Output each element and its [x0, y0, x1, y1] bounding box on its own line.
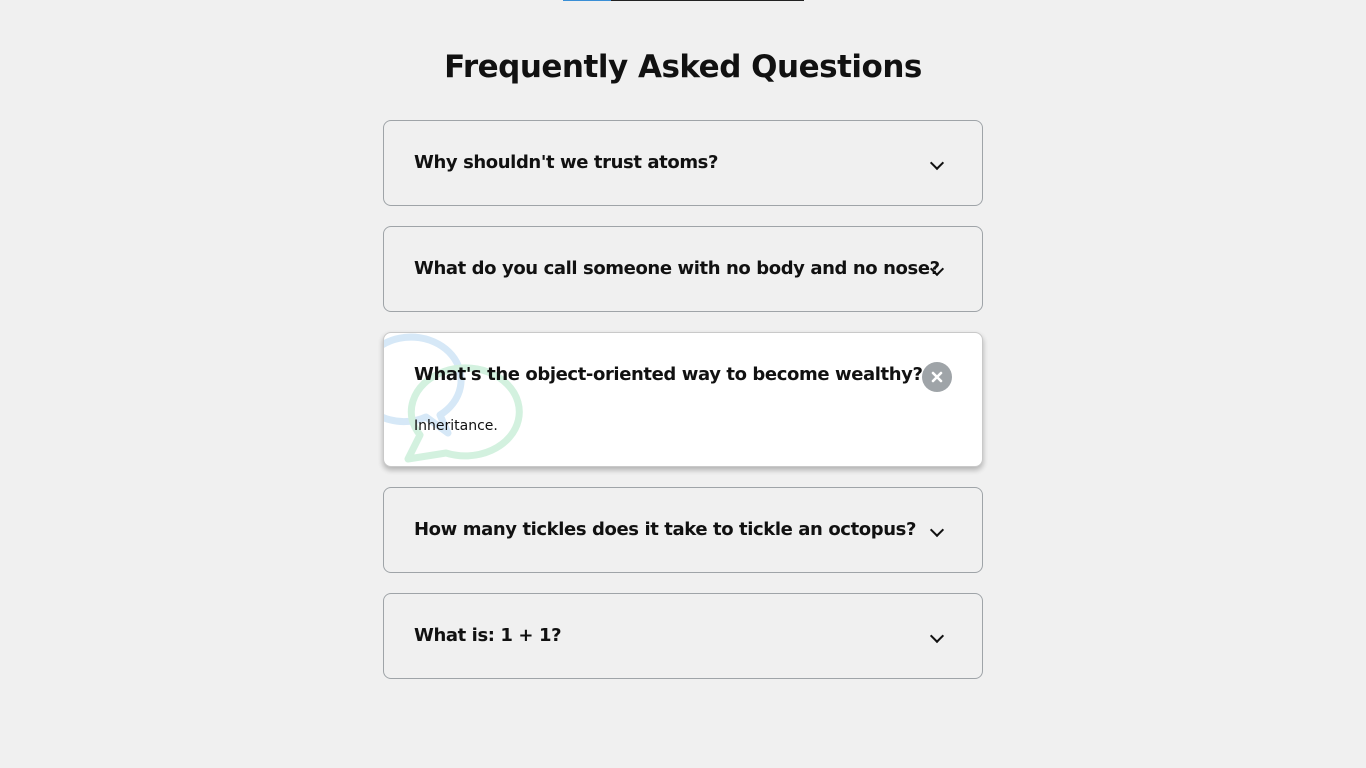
faq-item-wealthy[interactable]: What's the object-oriented way to become… [383, 332, 983, 467]
top-progress-bar-accent [563, 0, 611, 1]
chevron-down-icon [929, 522, 945, 538]
faq-question: How many tickles does it take to tickle … [414, 519, 916, 540]
chat-bubbles-icon [384, 333, 523, 463]
faq-close-button[interactable] [922, 362, 952, 392]
faq-question: What do you call someone with no body an… [414, 258, 940, 279]
faq-question: Why shouldn't we trust atoms? [414, 152, 719, 173]
chevron-down-icon [929, 155, 945, 171]
faq-toggle-button[interactable] [922, 623, 952, 653]
top-progress-bar [563, 0, 804, 1]
faq-toggle-button[interactable] [922, 150, 952, 180]
faq-item-no-body[interactable]: What do you call someone with no body an… [383, 226, 983, 312]
faq-list: Why shouldn't we trust atoms? What do yo… [383, 120, 983, 699]
faq-item-octopus[interactable]: How many tickles does it take to tickle … [383, 487, 983, 573]
chevron-down-icon [929, 628, 945, 644]
close-icon [931, 371, 943, 383]
page-title: Frequently Asked Questions [444, 49, 922, 85]
faq-answer: Inheritance. [414, 418, 498, 434]
faq-question: What is: 1 + 1? [414, 625, 562, 646]
faq-question: What's the object-oriented way to become… [414, 364, 923, 385]
faq-item-atoms[interactable]: Why shouldn't we trust atoms? [383, 120, 983, 206]
faq-toggle-button[interactable] [922, 517, 952, 547]
faq-toggle-button[interactable] [922, 256, 952, 286]
faq-item-one-plus-one[interactable]: What is: 1 + 1? [383, 593, 983, 679]
chevron-down-icon [929, 261, 945, 277]
